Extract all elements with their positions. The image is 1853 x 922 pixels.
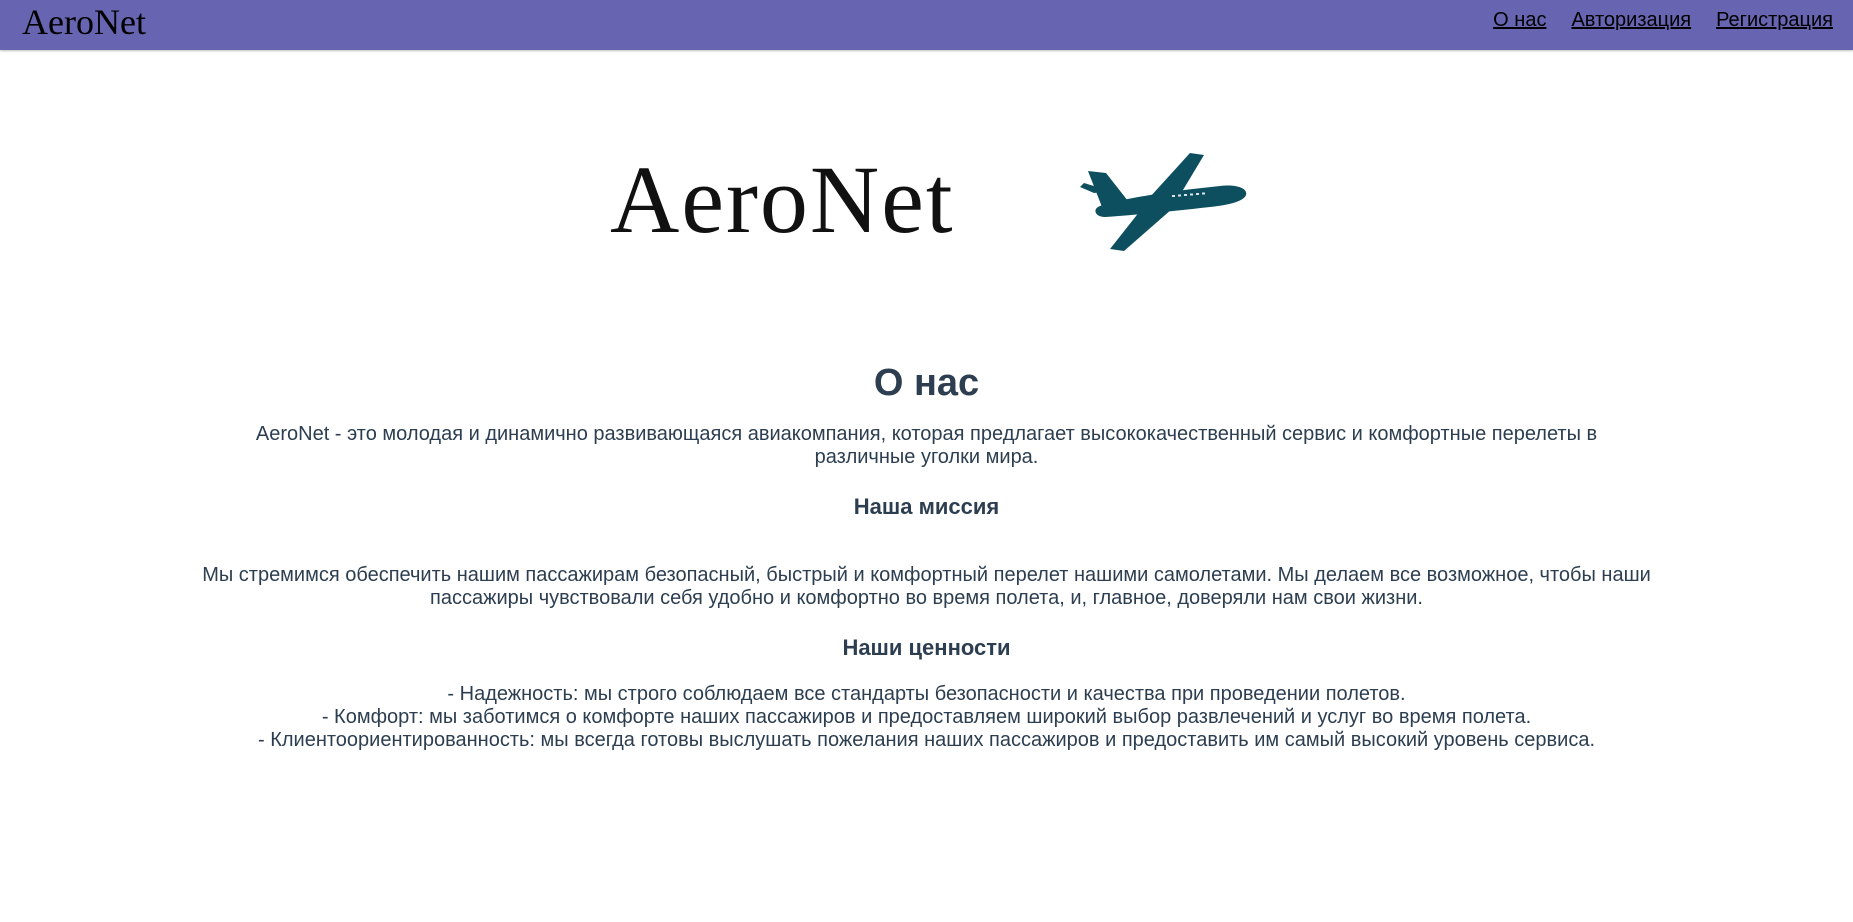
values-list: - Надежность: мы строго соблюдаем все ст… <box>180 683 1673 752</box>
airplane-icon <box>1080 153 1247 251</box>
nav-link-login[interactable]: Авторизация <box>1571 8 1691 32</box>
about-intro: AeroNet - это молодая и динамично развив… <box>255 423 1598 468</box>
value-item-comfort: - Комфорт: мы заботимся о комфорте наших… <box>321 706 1532 728</box>
logo-text: AeroNet <box>610 146 955 253</box>
values-title: Наши ценности <box>842 635 1011 660</box>
brand-logo-text[interactable]: AeroNet <box>22 2 146 42</box>
top-navbar: AeroNet О нас Авторизация Регистрация <box>0 0 1853 50</box>
about-title: О нас <box>873 362 980 404</box>
mission-title: Наша миссия <box>853 494 1000 519</box>
mission-text: Мы стремимся обеспечить нашим пассажирам… <box>202 564 1651 609</box>
hero-logo: AeroNet <box>610 145 1250 260</box>
nav-link-about[interactable]: О нас <box>1493 8 1546 32</box>
value-item-client-focus: - Клиентоориентированность: мы всегда го… <box>257 729 1596 751</box>
about-section: О нас AeroNet - это молодая и динамично … <box>180 360 1673 752</box>
value-item-reliability: - Надежность: мы строго соблюдаем все ст… <box>447 683 1406 705</box>
nav-links: О нас Авторизация Регистрация <box>1493 8 1833 32</box>
nav-link-register[interactable]: Регистрация <box>1716 8 1833 32</box>
